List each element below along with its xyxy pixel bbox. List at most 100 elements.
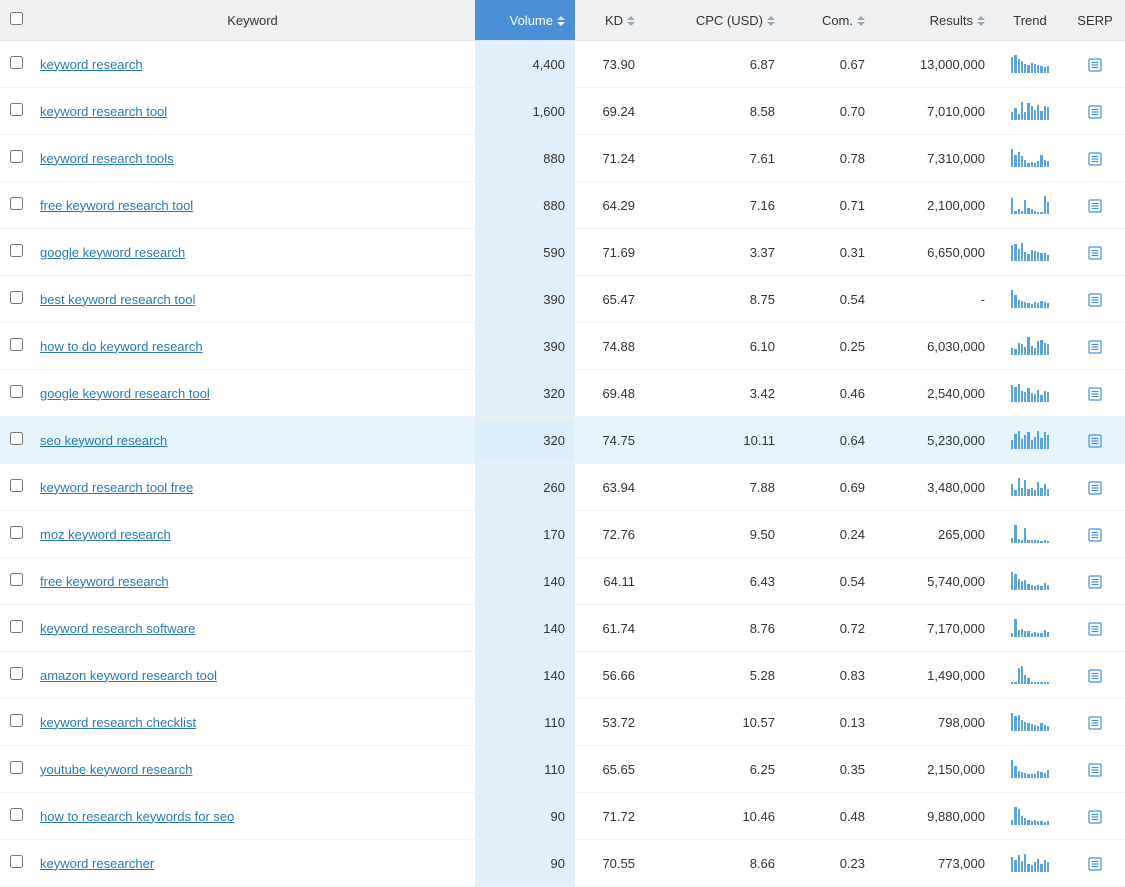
keyword-link[interactable]: google keyword research tool <box>40 386 210 401</box>
keyword-link[interactable]: how to do keyword research <box>40 339 203 354</box>
row-checkbox[interactable] <box>10 479 23 492</box>
volume-cell: 880 <box>475 182 575 229</box>
serp-icon[interactable] <box>1088 293 1102 307</box>
serp-cell <box>1065 41 1125 88</box>
keyword-link[interactable]: keyword research tool free <box>40 480 193 495</box>
table-row: keyword research tool free26063.947.880.… <box>0 464 1125 511</box>
row-checkbox[interactable] <box>10 338 23 351</box>
keyword-link[interactable]: keyword research tool <box>40 104 167 119</box>
header-checkbox[interactable] <box>0 0 30 41</box>
keyword-link[interactable]: keyword research <box>40 57 143 72</box>
com-cell: 0.31 <box>785 229 875 276</box>
com-cell: 0.83 <box>785 652 875 699</box>
serp-icon[interactable] <box>1088 152 1102 166</box>
serp-icon[interactable] <box>1088 810 1102 824</box>
volume-cell: 390 <box>475 276 575 323</box>
results-cell: 9,880,000 <box>875 793 995 840</box>
keyword-link[interactable]: moz keyword research <box>40 527 171 542</box>
serp-icon[interactable] <box>1088 716 1102 730</box>
cpc-cell: 3.42 <box>645 370 785 417</box>
serp-icon[interactable] <box>1088 246 1102 260</box>
keyword-link[interactable]: free keyword research <box>40 574 169 589</box>
serp-cell <box>1065 605 1125 652</box>
row-checkbox[interactable] <box>10 808 23 821</box>
row-checkbox-cell <box>0 840 30 887</box>
serp-icon[interactable] <box>1088 622 1102 636</box>
volume-cell: 90 <box>475 840 575 887</box>
volume-cell: 4,400 <box>475 41 575 88</box>
row-checkbox[interactable] <box>10 291 23 304</box>
keyword-link[interactable]: amazon keyword research tool <box>40 668 217 683</box>
row-checkbox[interactable] <box>10 150 23 163</box>
com-cell: 0.54 <box>785 276 875 323</box>
table-row: best keyword research tool39065.478.750.… <box>0 276 1125 323</box>
serp-cell <box>1065 652 1125 699</box>
sort-icon <box>857 16 865 26</box>
keyword-link[interactable]: keyword research tools <box>40 151 174 166</box>
row-checkbox[interactable] <box>10 244 23 257</box>
serp-icon[interactable] <box>1088 669 1102 683</box>
keyword-cell: how to do keyword research <box>30 323 475 370</box>
serp-icon[interactable] <box>1088 387 1102 401</box>
keyword-link[interactable]: best keyword research tool <box>40 292 195 307</box>
serp-cell <box>1065 135 1125 182</box>
row-checkbox[interactable] <box>10 573 23 586</box>
serp-icon[interactable] <box>1088 199 1102 213</box>
kd-cell: 56.66 <box>575 652 645 699</box>
results-cell: 7,170,000 <box>875 605 995 652</box>
cpc-cell: 8.66 <box>645 840 785 887</box>
serp-icon[interactable] <box>1088 857 1102 871</box>
cpc-cell: 8.58 <box>645 88 785 135</box>
trend-cell <box>995 605 1065 652</box>
row-checkbox[interactable] <box>10 103 23 116</box>
row-checkbox[interactable] <box>10 526 23 539</box>
keyword-link[interactable]: seo keyword research <box>40 433 167 448</box>
row-checkbox[interactable] <box>10 667 23 680</box>
serp-cell <box>1065 88 1125 135</box>
header-kd[interactable]: KD <box>575 0 645 41</box>
keyword-cell: how to research keywords for seo <box>30 793 475 840</box>
keyword-link[interactable]: google keyword research <box>40 245 185 260</box>
serp-icon[interactable] <box>1088 340 1102 354</box>
serp-icon[interactable] <box>1088 58 1102 72</box>
serp-icon[interactable] <box>1088 105 1102 119</box>
kd-cell: 64.29 <box>575 182 645 229</box>
keyword-link[interactable]: how to research keywords for seo <box>40 809 234 824</box>
keyword-link[interactable]: youtube keyword research <box>40 762 192 777</box>
row-checkbox[interactable] <box>10 385 23 398</box>
serp-icon[interactable] <box>1088 481 1102 495</box>
keyword-link[interactable]: keyword research checklist <box>40 715 196 730</box>
trend-sparkline <box>1011 760 1049 778</box>
trend-sparkline <box>1011 713 1049 731</box>
select-all-checkbox[interactable] <box>10 12 23 25</box>
table-row: keyword research tools88071.247.610.787,… <box>0 135 1125 182</box>
header-serp: SERP <box>1065 0 1125 41</box>
row-checkbox[interactable] <box>10 714 23 727</box>
row-checkbox[interactable] <box>10 620 23 633</box>
serp-icon[interactable] <box>1088 575 1102 589</box>
header-volume[interactable]: Volume <box>475 0 575 41</box>
cpc-cell: 7.16 <box>645 182 785 229</box>
header-results[interactable]: Results <box>875 0 995 41</box>
row-checkbox-cell <box>0 652 30 699</box>
header-cpc[interactable]: CPC (USD) <box>645 0 785 41</box>
serp-icon[interactable] <box>1088 528 1102 542</box>
serp-icon[interactable] <box>1088 763 1102 777</box>
row-checkbox[interactable] <box>10 432 23 445</box>
header-com[interactable]: Com. <box>785 0 875 41</box>
cpc-cell: 7.88 <box>645 464 785 511</box>
results-cell: 798,000 <box>875 699 995 746</box>
trend-cell <box>995 840 1065 887</box>
keyword-link[interactable]: free keyword research tool <box>40 198 193 213</box>
row-checkbox[interactable] <box>10 56 23 69</box>
serp-icon[interactable] <box>1088 434 1102 448</box>
keyword-link[interactable]: keyword researcher <box>40 856 154 871</box>
keyword-link[interactable]: keyword research software <box>40 621 195 636</box>
row-checkbox[interactable] <box>10 855 23 868</box>
header-keyword[interactable]: Keyword <box>30 0 475 41</box>
row-checkbox[interactable] <box>10 761 23 774</box>
kd-cell: 69.24 <box>575 88 645 135</box>
row-checkbox[interactable] <box>10 197 23 210</box>
serp-cell <box>1065 417 1125 464</box>
volume-cell: 170 <box>475 511 575 558</box>
